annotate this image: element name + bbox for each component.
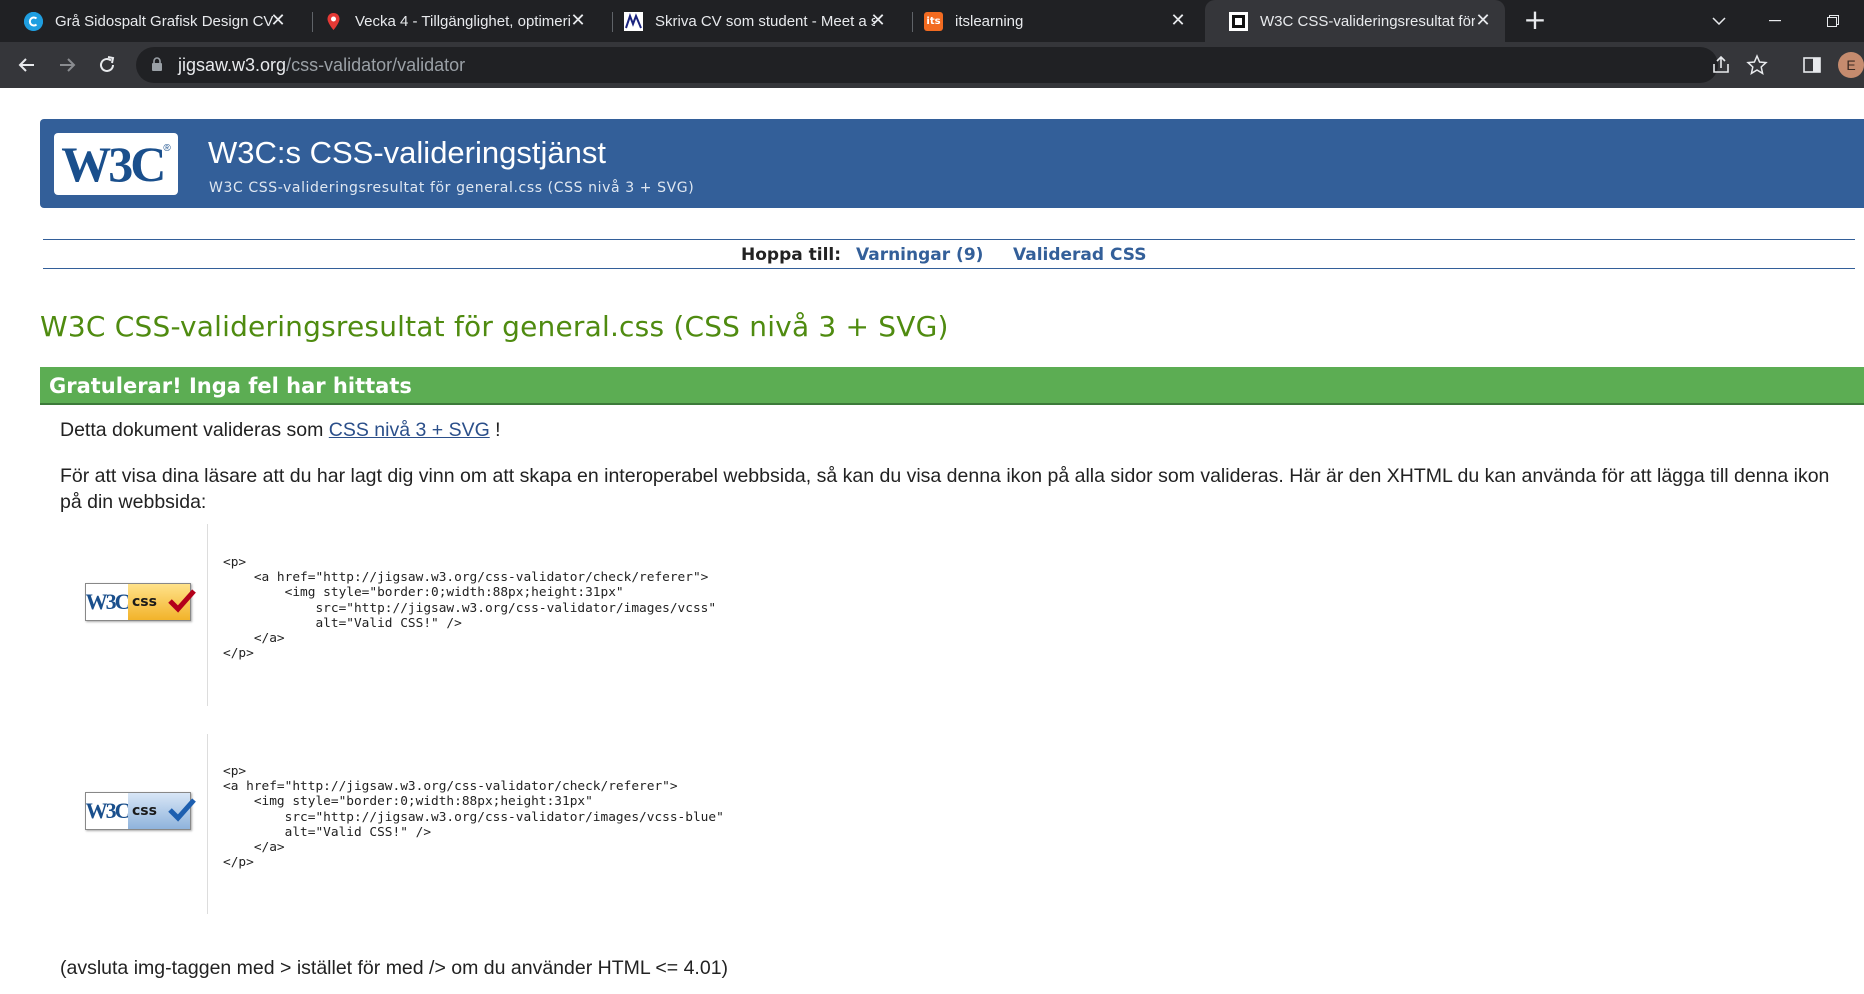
map-pin-icon bbox=[324, 12, 343, 31]
forward-arrow-icon[interactable] bbox=[52, 50, 82, 80]
w3c-logo-text: W3C bbox=[61, 136, 166, 192]
profile-avatar[interactable]: E bbox=[1838, 52, 1864, 78]
w3c-icon bbox=[1229, 11, 1248, 31]
browser-toolbar: jigsaw.w3.org/css-validator/validator E bbox=[0, 42, 1864, 88]
results-heading: W3C CSS-valideringsresultat för general.… bbox=[40, 310, 949, 343]
valid-css-badge-blue[interactable]: W3C css bbox=[85, 792, 196, 830]
tab-w3c-active[interactable]: W3C CSS-valideringsresultat för ✕ bbox=[1205, 0, 1505, 42]
badge-css-area: css bbox=[128, 793, 196, 829]
validation-suffix: ! bbox=[495, 419, 501, 441]
share-icon[interactable] bbox=[1710, 54, 1732, 76]
tab-strip: Grå Sidospalt Grafisk Design CV - ✕ Veck… bbox=[0, 0, 1864, 42]
badge-row-gold: W3C css <p> <a href="http://jigsaw.w3.or… bbox=[60, 524, 1060, 706]
restore-icon[interactable] bbox=[1810, 0, 1856, 42]
address-bar[interactable]: jigsaw.w3.org/css-validator/validator bbox=[136, 47, 1768, 83]
close-icon[interactable]: ✕ bbox=[268, 11, 288, 31]
icon-instructions: För att visa dina läsare att du har lagt… bbox=[60, 465, 1830, 513]
html-footnote: (avsluta img-taggen med > istället för m… bbox=[60, 957, 729, 979]
close-icon[interactable]: ✕ bbox=[1473, 11, 1493, 31]
tab-title: W3C CSS-valideringsresultat för bbox=[1260, 12, 1475, 30]
canva-icon bbox=[24, 11, 43, 31]
success-banner: Gratulerar! Inga fel har hittats bbox=[40, 367, 1864, 405]
new-tab-icon[interactable]: + bbox=[1520, 6, 1550, 36]
meetas-icon bbox=[624, 11, 643, 31]
warnings-link[interactable]: Varningar (9) bbox=[856, 245, 983, 265]
jump-label: Hoppa till: bbox=[741, 245, 842, 265]
header-banner: W3C ® W3C:s CSS-valideringstjänst W3C CSS… bbox=[40, 119, 1864, 208]
close-icon[interactable]: ✕ bbox=[1168, 11, 1188, 31]
tab-title: Vecka 4 - Tillgänglighet, optimeri bbox=[355, 12, 571, 30]
url-text: jigsaw.w3.org/css-validator/validator bbox=[178, 55, 465, 76]
tab-title: itslearning bbox=[955, 12, 1024, 30]
badge-css-area: css bbox=[128, 584, 196, 620]
itslearning-icon: its bbox=[924, 11, 943, 31]
tab-itslearning[interactable]: its itslearning ✕ bbox=[900, 0, 1200, 42]
tab-vecka4[interactable]: Vecka 4 - Tillgänglighet, optimeri ✕ bbox=[300, 0, 600, 42]
close-icon[interactable]: ✕ bbox=[568, 11, 588, 31]
url-host: jigsaw.w3.org bbox=[178, 55, 287, 75]
reload-icon[interactable] bbox=[92, 50, 122, 80]
badge-code-blue[interactable]: <p> <a href="http://jigsaw.w3.org/css-va… bbox=[223, 764, 724, 870]
checkmark-icon bbox=[168, 797, 196, 827]
w3c-logo[interactable]: W3C ® bbox=[54, 133, 178, 195]
checkmark-icon bbox=[168, 588, 196, 618]
lock-icon[interactable] bbox=[151, 57, 163, 77]
divider bbox=[207, 734, 208, 914]
success-message: Gratulerar! Inga fel har hittats bbox=[49, 374, 412, 398]
badge-w3c-text: W3C bbox=[86, 793, 130, 829]
w3c-logo-reg: ® bbox=[163, 142, 171, 154]
validated-css-link[interactable]: Validerad CSS bbox=[1013, 245, 1147, 265]
tab-title: Grå Sidospalt Grafisk Design CV - bbox=[55, 12, 275, 30]
badge-css-text: css bbox=[132, 594, 157, 610]
valid-css-badge-gold[interactable]: W3C css bbox=[85, 583, 196, 621]
css-level-link[interactable]: CSS nivå 3 + SVG bbox=[329, 419, 490, 441]
back-arrow-icon[interactable] bbox=[12, 50, 42, 80]
badge-code-gold[interactable]: <p> <a href="http://jigsaw.w3.org/css-va… bbox=[223, 555, 716, 661]
badge-w3c-text: W3C bbox=[86, 584, 130, 620]
validation-prefix: Detta dokument valideras som bbox=[60, 419, 324, 441]
minimize-icon[interactable] bbox=[1752, 0, 1798, 42]
tab-title: Skriva CV som student - Meet a s bbox=[655, 12, 875, 30]
side-panel-icon[interactable] bbox=[1797, 50, 1827, 80]
validation-statement: Detta dokument valideras som CSS nivå 3 … bbox=[60, 417, 501, 443]
divider bbox=[207, 524, 208, 706]
page-subtitle: W3C CSS-valideringsresultat för general.… bbox=[209, 180, 695, 196]
bookmark-star-icon[interactable] bbox=[1746, 54, 1768, 76]
badge-row-blue: W3C css <p> <a href="http://jigsaw.w3.or… bbox=[60, 734, 1060, 914]
badge-css-text: css bbox=[132, 803, 157, 819]
page-title[interactable]: W3C:s CSS-valideringstjänst bbox=[208, 135, 606, 171]
tab-canva[interactable]: Grå Sidospalt Grafisk Design CV - ✕ bbox=[0, 0, 300, 42]
page-content: W3C ® W3C:s CSS-valideringstjänst W3C CSS… bbox=[0, 88, 1864, 994]
tab-meetas[interactable]: Skriva CV som student - Meet a s ✕ bbox=[600, 0, 900, 42]
jump-navigation: Hoppa till: Varningar (9) Validerad CSS bbox=[43, 239, 1855, 269]
close-icon[interactable]: ✕ bbox=[868, 11, 888, 31]
tab-search-chevron-icon[interactable] bbox=[1696, 0, 1742, 42]
url-path: /css-validator/validator bbox=[286, 55, 466, 75]
